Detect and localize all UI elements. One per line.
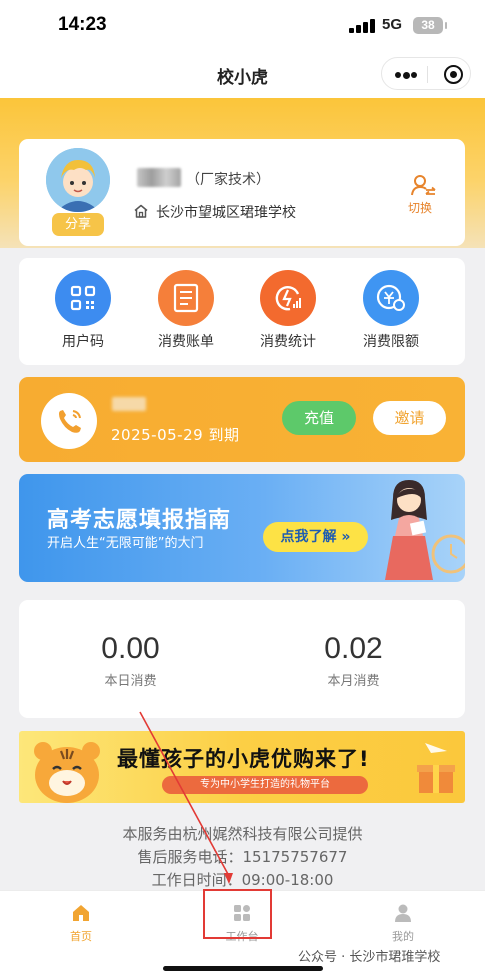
switch-account-label[interactable]: 切换 [408, 199, 432, 216]
stat-label: 本日消费 [104, 674, 157, 689]
provider-text: 本服务由杭州娓然科技有限公司提供 [122, 825, 363, 843]
user-name-redacted [137, 168, 181, 187]
signal-icon [349, 19, 377, 33]
expire-date: 2025-05-29 到期 [111, 426, 240, 444]
service-phone: 售后服务电话：15175757677 [137, 848, 348, 866]
profile-card: 分享 （厂家技术） 长沙市望城区珺琟学校 切换 [19, 139, 465, 246]
stat-today: 0.00 本日消费 [19, 632, 242, 689]
membership-card: 2025-05-29 到期 充值 邀请 [19, 377, 465, 462]
qr-code-icon [55, 270, 111, 326]
quick-actions-card: 用户码 消费账单 消费统计 消费限额 [19, 258, 465, 365]
recharge-button[interactable]: 充值 [282, 401, 356, 435]
school-name: 长沙市望城区珺琟学校 [156, 205, 296, 221]
network-type: 5G [382, 16, 403, 33]
limit-icon [363, 270, 419, 326]
close-miniprogram-icon[interactable] [444, 65, 463, 84]
user-role: （厂家技术） [186, 172, 270, 188]
banner-girl-illustration [385, 480, 465, 580]
stat-label: 本月消费 [327, 674, 380, 689]
more-icon[interactable] [395, 71, 417, 79]
quick-action-bill[interactable]: 消费账单 [141, 270, 231, 351]
quick-action-label: 消费统计 [260, 334, 316, 350]
shop-banner[interactable]: 最懂孩子的小虎优购来了! 专为中小学生打造的礼物平台 [19, 731, 465, 803]
banner-title: 高考志愿填报指南 [47, 508, 232, 533]
bill-icon [158, 270, 214, 326]
statistics-icon [260, 270, 316, 326]
stat-month: 0.02 本月消费 [242, 632, 465, 689]
service-hours: 工作日时间：09:00-18:00 [151, 871, 334, 889]
battery-icon: 38 [413, 17, 447, 34]
quick-action-label: 消费限额 [363, 334, 419, 350]
user-icon [393, 903, 413, 923]
tab-me[interactable]: 我的 [363, 903, 443, 944]
watermark-text: 公众号 · 长沙市珺琟学校 [298, 950, 441, 965]
home-icon [71, 903, 91, 923]
miniprogram-capsule [381, 57, 471, 90]
home-indicator[interactable] [163, 966, 323, 971]
member-name-redacted [112, 397, 146, 411]
banner-learn-more-button[interactable]: 点我了解 » [263, 522, 368, 552]
shop-banner-subtitle: 专为中小学生打造的礼物平台 [162, 776, 368, 794]
share-button[interactable]: 分享 [52, 213, 104, 236]
tiger-mascot-icon [34, 742, 100, 803]
quick-action-user-code[interactable]: 用户码 [38, 270, 128, 351]
shop-banner-title: 最懂孩子的小虎优购来了! [117, 747, 370, 771]
tab-label: 首页 [70, 930, 92, 943]
school-home-icon [133, 203, 149, 219]
capsule-divider [427, 66, 428, 83]
invite-button[interactable]: 邀请 [373, 401, 446, 435]
phone-icon [41, 393, 97, 449]
quick-action-label: 消费账单 [158, 334, 214, 350]
gaokao-banner[interactable]: 高考志愿填报指南 开启人生“无限可能”的大门 点我了解 » [19, 474, 465, 582]
banner-subtitle: 开启人生“无限可能”的大门 [47, 536, 204, 551]
annotation-highlight-box [203, 889, 272, 939]
status-bar: 14:23 5G 38 [0, 0, 485, 50]
tab-home[interactable]: 首页 [41, 903, 121, 944]
status-time: 14:23 [58, 14, 107, 35]
tab-label: 我的 [392, 930, 414, 943]
nav-bar: 校小虎 [0, 50, 485, 98]
stat-value: 0.02 [324, 632, 383, 665]
gift-box-icon [417, 743, 455, 793]
consumption-stats-card: 0.00 本日消费 0.02 本月消费 [19, 600, 465, 718]
quick-action-statistics[interactable]: 消费统计 [243, 270, 333, 351]
stat-value: 0.00 [101, 632, 160, 665]
quick-action-limit[interactable]: 消费限额 [346, 270, 436, 351]
quick-action-label: 用户码 [62, 334, 104, 350]
avatar[interactable] [46, 148, 110, 212]
switch-account-icon[interactable] [411, 174, 437, 196]
